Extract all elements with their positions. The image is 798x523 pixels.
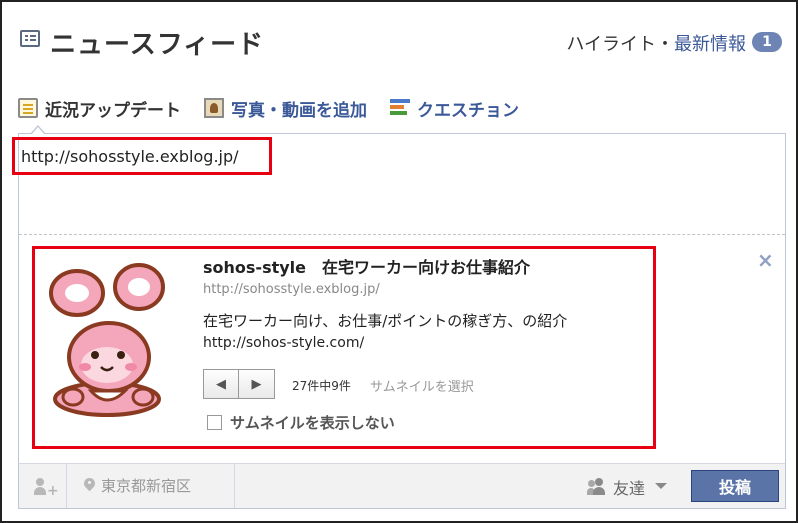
location-text: 東京都新宿区 [101, 477, 192, 495]
link-preview: sohos-style 在宅ワーカー向けお仕事紹介 http://sohosst… [32, 246, 656, 449]
tab-label: 近況アップデート [45, 100, 181, 121]
thumbnail-count: 27件中9件 [292, 379, 351, 393]
preview-thumbnail[interactable] [43, 257, 171, 417]
prev-thumbnail-button[interactable]: ◀ [203, 369, 239, 399]
latest-link[interactable]: 最新情報 [674, 34, 746, 55]
tab-status-update[interactable]: 近況アップデート [18, 96, 181, 121]
news-feed-panel: ニュースフィード ハイライト・最新情報 1 近況アップデート 写真・動画を追加 … [0, 0, 798, 523]
note-icon [18, 98, 38, 118]
tab-label: 写真・動画を追加 [231, 100, 367, 121]
news-feed-icon [20, 30, 40, 47]
question-icon [390, 98, 410, 118]
tab-add-photo-video[interactable]: 写真・動画を追加 [204, 96, 367, 121]
friends-icon [587, 478, 609, 496]
feed-header: ニュースフィード ハイライト・最新情報 1 [16, 22, 786, 62]
arrow-left-icon: ◀ [216, 376, 226, 392]
tab-question[interactable]: クエスチョン [390, 96, 519, 121]
next-thumbnail-button[interactable]: ▶ [239, 369, 275, 399]
composer-footer: + 東京都新宿区 友達 投稿 [18, 463, 786, 509]
chevron-down-icon[interactable] [655, 483, 667, 489]
tag-people-button[interactable]: + [19, 464, 67, 508]
tab-pointer [30, 125, 46, 135]
page-title: ニュースフィード [50, 30, 265, 60]
highlight-link[interactable]: ハイライト・ [566, 34, 674, 55]
status-input[interactable] [12, 137, 272, 175]
no-thumbnail-option[interactable]: サムネイルを表示しない [207, 412, 395, 432]
notification-badge[interactable]: 1 [752, 32, 782, 52]
choose-thumbnail-label: サムネイルを選択 [370, 380, 474, 395]
add-user-icon: + [34, 478, 59, 498]
close-icon[interactable]: × [757, 248, 774, 272]
thumbnail-pager: ◀ ▶ [203, 369, 275, 399]
arrow-right-icon: ▶ [251, 376, 262, 392]
location-pin-icon [84, 478, 95, 493]
audience-selector[interactable]: 友達 [613, 475, 645, 499]
feed-sort: ハイライト・最新情報 [566, 30, 746, 56]
no-thumbnail-checkbox[interactable] [207, 414, 222, 430]
composer-tabs: 近況アップデート 写真・動画を追加 クエスチョン [18, 96, 618, 124]
no-thumbnail-label: サムネイルを表示しない [230, 413, 395, 432]
photo-icon [204, 98, 224, 118]
divider [19, 234, 785, 235]
preview-description: 在宅ワーカー向け、お仕事/ポイントの稼ぎ方、の紹介 [203, 312, 568, 330]
preview-url: http://sohosstyle.exblog.jp/ [203, 282, 380, 297]
preview-site-url: http://sohos-style.com/ [203, 335, 365, 351]
post-button[interactable]: 投稿 [691, 470, 779, 502]
preview-title[interactable]: sohos-style 在宅ワーカー向けお仕事紹介 [203, 254, 530, 278]
tab-label: クエスチョン [417, 100, 519, 121]
location-field[interactable]: 東京都新宿区 [67, 464, 235, 508]
